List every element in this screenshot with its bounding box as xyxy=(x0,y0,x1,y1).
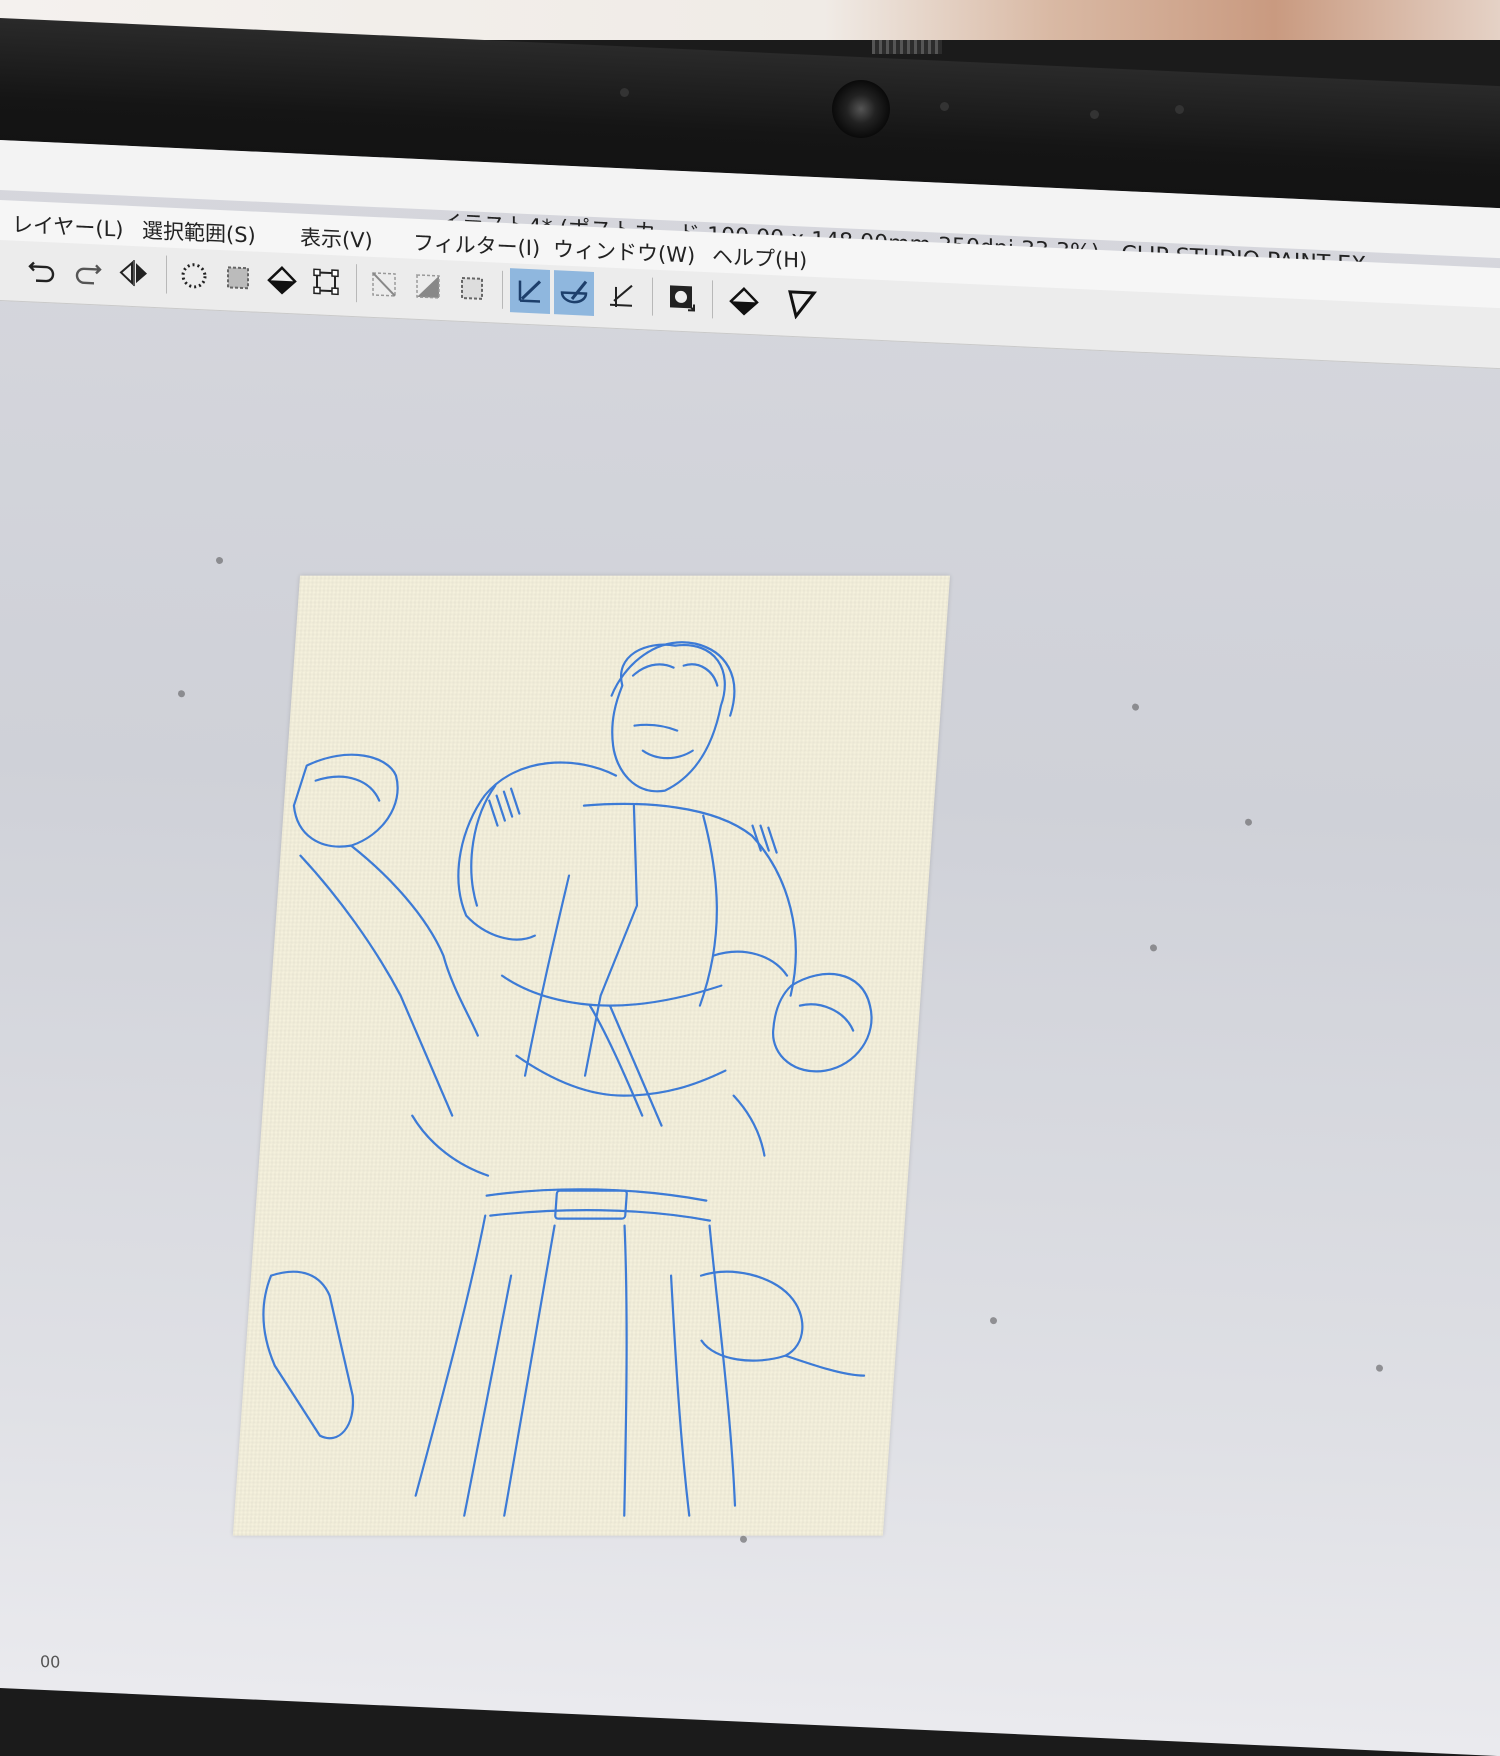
application-window: イラスト4* (ポストカード 100.00 x 148.00mm 350dpi … xyxy=(0,140,1500,1756)
webcam-icon xyxy=(832,80,890,138)
screen-dust xyxy=(990,1316,997,1325)
toolbar-divider xyxy=(356,264,357,303)
canvas-area[interactable] xyxy=(0,302,1500,1750)
sensor-dot xyxy=(1175,105,1184,114)
select-all-icon[interactable] xyxy=(174,253,214,299)
drawing-canvas[interactable] xyxy=(232,575,951,1536)
menu-help[interactable]: ヘルプ(H) xyxy=(712,240,807,274)
perspective-ruler-icon[interactable] xyxy=(600,272,640,318)
toolbar-divider xyxy=(502,270,503,309)
flip-horizontal-icon[interactable] xyxy=(114,250,154,296)
transform-icon[interactable] xyxy=(306,259,346,305)
selection-frame-icon[interactable] xyxy=(452,266,492,312)
clear-outside-selection-icon[interactable] xyxy=(364,262,404,308)
menu-view[interactable]: 表示(V) xyxy=(300,222,373,255)
curve-ruler-icon[interactable] xyxy=(554,270,594,316)
camera-shutter xyxy=(872,40,942,54)
sensor-dot xyxy=(620,88,629,97)
fill-icon[interactable] xyxy=(262,257,302,303)
menu-filter[interactable]: フィルター(I) xyxy=(413,227,540,263)
sensor-dot xyxy=(940,102,949,111)
ruler-icon[interactable] xyxy=(510,268,550,314)
screen-dust xyxy=(178,690,185,698)
clear-selection-icon[interactable] xyxy=(408,264,448,310)
triangle-tool-icon[interactable] xyxy=(782,281,822,327)
toolbar-divider xyxy=(712,280,713,319)
screen-dust xyxy=(1150,944,1157,952)
screen-dust xyxy=(1245,818,1252,826)
screen-dust xyxy=(740,1535,747,1543)
sketch-drawing xyxy=(262,641,873,1517)
menu-layer[interactable]: レイヤー(L) xyxy=(12,209,123,244)
menu-selection[interactable]: 選択範囲(S) xyxy=(142,214,256,249)
redo-icon[interactable] xyxy=(68,248,108,294)
menu-window[interactable]: ウィンドウ(W) xyxy=(553,233,695,269)
undo-icon[interactable] xyxy=(22,246,62,292)
screen-dust xyxy=(1132,703,1139,711)
screen-dust xyxy=(1376,1364,1383,1372)
layer-mask-icon[interactable] xyxy=(662,275,702,321)
deselect-icon[interactable] xyxy=(218,255,258,301)
toolbar-divider xyxy=(652,277,653,316)
fill-selection-icon[interactable] xyxy=(724,278,764,324)
screen-dust xyxy=(216,556,223,565)
toolbar-divider xyxy=(166,255,167,294)
sensor-dot xyxy=(1090,110,1099,119)
zoom-level[interactable]: 00 xyxy=(40,1652,60,1672)
